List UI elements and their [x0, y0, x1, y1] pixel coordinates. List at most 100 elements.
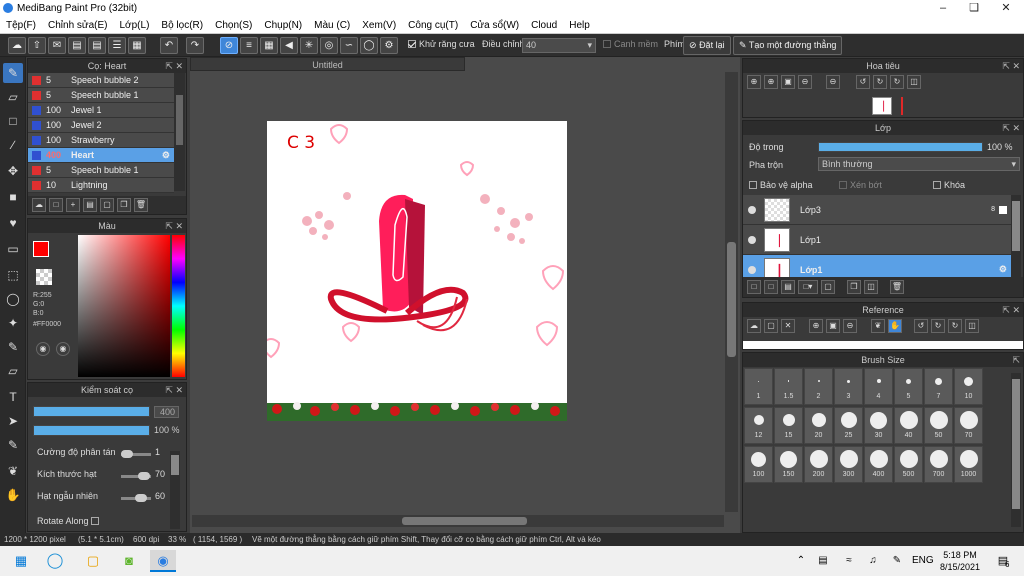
brush-size-cell[interactable]: 70 [954, 407, 983, 444]
menu-window[interactable]: Cửa sổ(W) [464, 17, 525, 34]
brush-size-cell[interactable]: 2 [804, 368, 833, 405]
menu-view[interactable]: Xem(V) [356, 17, 402, 34]
green-app-icon[interactable]: ◙ [116, 550, 142, 572]
cloud-icon[interactable]: ☁ [8, 37, 26, 54]
fit-icon[interactable]: ▣ [781, 75, 795, 89]
visibility-eye-icon[interactable] [748, 265, 756, 274]
palette-icon[interactable]: ◉ [36, 342, 50, 356]
panel-controls-icon[interactable]: ⇱ ✕ [1002, 121, 1020, 135]
divide-tool-icon[interactable]: ✎ [3, 435, 23, 455]
brush-list-item[interactable]: 10 Lightning [28, 178, 174, 193]
new-brush-icon[interactable]: □ [49, 198, 63, 212]
brush-param-knob[interactable] [121, 450, 134, 458]
layer-row[interactable]: ❘ Lớp1 ⚙ [743, 255, 1011, 277]
brush-size-cell[interactable]: 400 [864, 446, 893, 483]
radial-snap-icon[interactable]: ✳ [300, 37, 318, 54]
crosshatch-snap-icon[interactable]: ▦ [260, 37, 278, 54]
ref-flip-icon[interactable]: ◫ [965, 319, 979, 333]
ref-rotate-right-icon[interactable]: ↻ [948, 319, 962, 333]
brush-control-scrollbar[interactable] [170, 451, 180, 529]
ref-fit-icon[interactable]: ▣ [826, 319, 840, 333]
straight-line-button[interactable]: ✎ Tạo một đường thẳng [733, 36, 843, 55]
open-ref-icon[interactable]: ▢ [764, 319, 778, 333]
brush-size-cell[interactable]: 20 [804, 407, 833, 444]
select-pen-tool-icon[interactable]: ✎ [3, 337, 23, 357]
ref-zoom-out-icon[interactable]: ⊖ [843, 319, 857, 333]
eyedropper-tool-icon[interactable]: ❦ [3, 461, 23, 481]
brush-size-cell[interactable]: 3 [834, 368, 863, 405]
windows-start-icon[interactable]: ▦ [8, 550, 34, 572]
notification-icon[interactable]: ▤ [990, 550, 1016, 572]
panel-controls-icon[interactable]: ⇱ ✕ [165, 383, 183, 397]
ellipse-snap-icon[interactable]: ◯ [360, 37, 378, 54]
trash-icon[interactable]: 🗑 [890, 280, 904, 294]
magic-wand-tool-icon[interactable]: ✦ [3, 313, 23, 333]
file-explorer-icon[interactable]: ▢ [80, 550, 106, 572]
zoom-in-icon[interactable]: ⊕ [747, 75, 761, 89]
brush-list-item[interactable]: 100 Jewel 2 [28, 118, 174, 133]
menu-select[interactable]: Chọn(S) [209, 17, 258, 34]
layer-row[interactable]: ❘ Lớp1 [743, 225, 1011, 255]
zoom-out-2-icon[interactable]: ⊖ [826, 75, 840, 89]
brush-size-cell[interactable]: 40 [894, 407, 923, 444]
saturation-value-picker[interactable] [78, 235, 170, 377]
brush-list-scrollbar[interactable] [174, 73, 185, 191]
brush-size-cell[interactable]: 5 [894, 368, 923, 405]
menu-snap[interactable]: Chụp(N) [258, 17, 308, 34]
navigator-thumbnail[interactable]: ❘ [872, 97, 892, 115]
maximize-button[interactable]: ❑ [958, 0, 990, 17]
new-layer-icon[interactable]: □ [747, 280, 761, 294]
folder-icon[interactable]: ▢ [821, 280, 835, 294]
brush-list-item[interactable]: 5 Speech bubble 2 [28, 73, 174, 88]
circle-snap-icon[interactable]: ◎ [320, 37, 338, 54]
new-layer-2-icon[interactable]: □ [764, 280, 778, 294]
rotate-left-icon[interactable]: ↺ [856, 75, 870, 89]
brush-list-item[interactable]: 5 Speech bubble 1 [28, 88, 174, 103]
hand-tool-icon[interactable]: ✋ [3, 485, 23, 505]
soft-edge-checkbox[interactable]: Canh mềm [603, 39, 658, 49]
clipping-checkbox[interactable]: Xén bớt [839, 180, 882, 190]
brush-size-cell[interactable]: 30 [864, 407, 893, 444]
duplicate-layer-icon[interactable]: ❐ [847, 280, 861, 294]
panel-controls-icon[interactable]: ⇱ ✕ [1002, 59, 1020, 73]
visibility-eye-icon[interactable] [748, 235, 756, 244]
shape-tool-icon[interactable]: □ [3, 111, 23, 131]
bucket-tool-icon[interactable]: ♥ [3, 213, 23, 233]
ref-rotate-reset-icon[interactable]: ↻ [931, 319, 945, 333]
medibang-taskbar-icon[interactable]: ◉ [150, 550, 176, 572]
ref-zoom-in-icon[interactable]: ⊕ [809, 319, 823, 333]
add-brush-icon[interactable]: + [66, 198, 80, 212]
parallel-snap-icon[interactable]: ≡ [240, 37, 258, 54]
layer-list-scrollbar[interactable] [1011, 195, 1021, 277]
hue-slider[interactable] [172, 235, 185, 377]
zoom-in-2-icon[interactable]: ⊕ [764, 75, 778, 89]
gear-icon[interactable]: ⚙ [999, 264, 1007, 275]
rotate-along-checkbox[interactable]: Rotate Along [37, 516, 102, 526]
cloud-ref-icon[interactable]: ☁ [747, 319, 761, 333]
brush-size-value[interactable]: 400 [154, 406, 179, 418]
gradient-tool-icon[interactable]: ▭ [3, 239, 23, 259]
ref-hand-icon[interactable]: ✋ [888, 319, 902, 333]
document-tab[interactable]: Untitled [190, 57, 465, 71]
blend-select[interactable]: Bình thường ▾ [818, 157, 1020, 171]
brush-size-cell[interactable]: 12 [744, 407, 773, 444]
list-icon[interactable]: ☰ [108, 37, 126, 54]
reset-button[interactable]: ⊘ Đặt lại [683, 36, 731, 55]
brush-size-cell[interactable]: 7 [924, 368, 953, 405]
settings-icon[interactable]: ⚙ [380, 37, 398, 54]
brush-size-cell[interactable]: 200 [804, 446, 833, 483]
menu-filter[interactable]: Bộ lọc(R) [155, 17, 209, 34]
eraser-tool-icon[interactable]: ▱ [3, 87, 23, 107]
menu-color[interactable]: Màu (C) [308, 17, 356, 34]
menu-layer[interactable]: Lớp(L) [114, 17, 156, 34]
canvas-vertical-scrollbar[interactable] [725, 72, 738, 512]
folder-icon[interactable]: ▢ [100, 198, 114, 212]
canvas-horizontal-scrollbar[interactable] [192, 515, 724, 527]
lasso-tool-icon[interactable]: ◯ [3, 289, 23, 309]
brush-tool-icon[interactable]: ✎ [3, 63, 23, 83]
ref-eyedropper-icon[interactable]: ❦ [871, 319, 885, 333]
adjust-select[interactable]: 40 ▾ [522, 38, 596, 53]
brush-size-cell[interactable]: 15 [774, 407, 803, 444]
brush-size-cell[interactable]: 1 [744, 368, 773, 405]
comment-icon[interactable]: ✉ [48, 37, 66, 54]
